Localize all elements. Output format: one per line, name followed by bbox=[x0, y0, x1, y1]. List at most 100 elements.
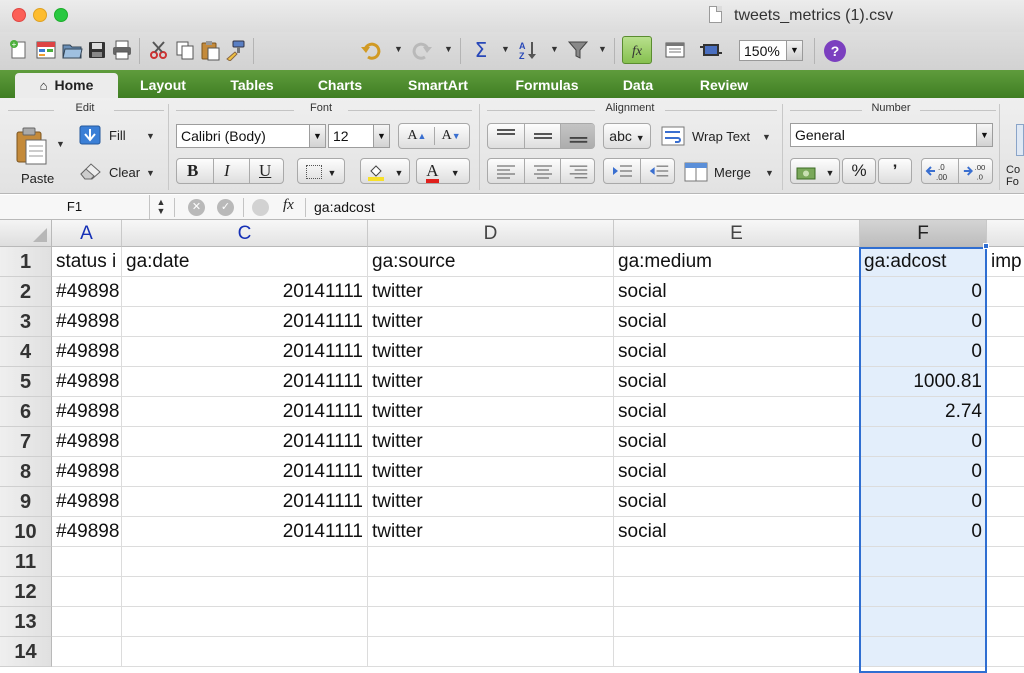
table-cell[interactable]: social bbox=[614, 487, 860, 517]
increase-indent-button[interactable] bbox=[640, 159, 675, 183]
autosum-dropdown-icon[interactable]: ▼ bbox=[501, 44, 510, 54]
orientation-button[interactable]: abc ▼ bbox=[603, 123, 651, 149]
undo-dropdown-icon[interactable]: ▼ bbox=[394, 44, 403, 54]
table-cell[interactable]: 0 bbox=[860, 337, 987, 367]
table-cell[interactable]: twitter bbox=[368, 457, 614, 487]
fill-color-button[interactable]: ▼ bbox=[360, 158, 410, 184]
table-cell[interactable] bbox=[860, 607, 987, 637]
table-cell[interactable]: 1000.81 bbox=[860, 367, 987, 397]
table-cell[interactable] bbox=[122, 607, 368, 637]
table-cell[interactable]: 20141111 bbox=[122, 277, 368, 307]
table-cell[interactable] bbox=[860, 547, 987, 577]
table-cell[interactable]: twitter bbox=[368, 277, 614, 307]
confirm-entry-icon[interactable]: ✓ bbox=[217, 199, 234, 216]
row-header[interactable]: 8 bbox=[0, 457, 52, 487]
table-cell[interactable] bbox=[987, 577, 1024, 607]
table-cell[interactable]: social bbox=[614, 307, 860, 337]
insert-function-button[interactable]: fx bbox=[283, 197, 294, 214]
conditional-formatting-label[interactable]: Co Fo bbox=[1006, 164, 1024, 188]
table-cell[interactable] bbox=[52, 577, 122, 607]
paste-icon[interactable] bbox=[199, 39, 221, 61]
wrap-text-button[interactable]: Wrap Text bbox=[692, 129, 750, 144]
table-cell[interactable]: #49898 bbox=[52, 367, 122, 397]
function-circle-icon[interactable] bbox=[252, 199, 269, 216]
formula-input[interactable]: ga:adcost bbox=[314, 199, 375, 215]
table-cell[interactable]: 0 bbox=[860, 517, 987, 547]
table-cell[interactable]: twitter bbox=[368, 337, 614, 367]
minimize-window-button[interactable] bbox=[33, 8, 47, 22]
row-header[interactable]: 13 bbox=[0, 607, 52, 637]
table-cell[interactable] bbox=[987, 277, 1024, 307]
table-cell[interactable]: status i bbox=[52, 247, 122, 277]
column-header-e[interactable]: E bbox=[614, 220, 860, 247]
table-cell[interactable] bbox=[52, 547, 122, 577]
tab-data[interactable]: Data bbox=[602, 73, 674, 98]
table-cell[interactable]: 20141111 bbox=[122, 487, 368, 517]
decrease-indent-button[interactable] bbox=[604, 159, 640, 183]
bold-button[interactable]: B bbox=[187, 159, 198, 183]
underline-button[interactable]: U bbox=[259, 159, 271, 183]
font-color-button[interactable]: A ▼ bbox=[416, 158, 470, 184]
fill-button[interactable]: Fill bbox=[109, 128, 126, 143]
font-name-select[interactable]: Calibri (Body) ▼ bbox=[176, 124, 326, 148]
conditional-formatting-icon[interactable] bbox=[1016, 124, 1024, 156]
align-right-button[interactable] bbox=[560, 159, 595, 183]
align-top-button[interactable] bbox=[488, 124, 524, 148]
table-cell[interactable]: twitter bbox=[368, 367, 614, 397]
table-cell[interactable] bbox=[52, 607, 122, 637]
autosum-icon[interactable]: Σ bbox=[470, 39, 492, 61]
align-center-button[interactable] bbox=[524, 159, 560, 183]
table-cell[interactable]: #49898 bbox=[52, 277, 122, 307]
clear-button[interactable]: Clear bbox=[109, 165, 140, 180]
percent-button[interactable]: % bbox=[842, 158, 876, 184]
formula-builder-icon[interactable]: fx bbox=[622, 36, 652, 64]
name-box[interactable]: F1 bbox=[0, 195, 150, 219]
chevron-down-icon[interactable]: ▼ bbox=[976, 124, 992, 146]
align-middle-button[interactable] bbox=[524, 124, 560, 148]
merge-icon[interactable] bbox=[684, 162, 708, 182]
row-header[interactable]: 3 bbox=[0, 307, 52, 337]
table-cell[interactable]: social bbox=[614, 397, 860, 427]
zoom-select[interactable]: 150% ▼ bbox=[739, 40, 803, 61]
table-cell[interactable]: ga:medium bbox=[614, 247, 860, 277]
table-cell[interactable]: #49898 bbox=[52, 307, 122, 337]
table-cell[interactable] bbox=[987, 427, 1024, 457]
fill-dropdown-icon[interactable]: ▼ bbox=[146, 131, 155, 141]
align-bottom-button[interactable] bbox=[560, 124, 595, 148]
row-header[interactable]: 5 bbox=[0, 367, 52, 397]
table-cell[interactable]: social bbox=[614, 337, 860, 367]
cancel-entry-icon[interactable]: ✕ bbox=[188, 199, 205, 216]
filter-dropdown-icon[interactable]: ▼ bbox=[598, 44, 607, 54]
row-header[interactable]: 9 bbox=[0, 487, 52, 517]
row-header[interactable]: 12 bbox=[0, 577, 52, 607]
column-header-next[interactable] bbox=[987, 220, 1024, 247]
templates-icon[interactable] bbox=[35, 39, 57, 61]
table-cell[interactable] bbox=[860, 577, 987, 607]
tab-review[interactable]: Review bbox=[676, 73, 772, 98]
number-format-select[interactable]: General ▼ bbox=[790, 123, 993, 147]
table-cell[interactable] bbox=[987, 367, 1024, 397]
tab-charts[interactable]: Charts bbox=[297, 73, 383, 98]
print-icon[interactable] bbox=[111, 39, 133, 61]
currency-format-button[interactable]: ▼ bbox=[790, 158, 840, 184]
table-cell[interactable] bbox=[987, 607, 1024, 637]
media-icon[interactable] bbox=[700, 39, 722, 61]
tab-formulas[interactable]: Formulas bbox=[493, 73, 601, 98]
table-cell[interactable]: social bbox=[614, 427, 860, 457]
table-cell[interactable]: 20141111 bbox=[122, 457, 368, 487]
tab-layout[interactable]: Layout bbox=[120, 73, 206, 98]
font-size-select[interactable]: 12 ▼ bbox=[328, 124, 390, 148]
table-cell[interactable] bbox=[614, 577, 860, 607]
row-header[interactable]: 4 bbox=[0, 337, 52, 367]
table-cell[interactable]: 0 bbox=[860, 457, 987, 487]
wrap-text-icon[interactable] bbox=[661, 126, 685, 146]
format-painter-icon[interactable] bbox=[224, 39, 246, 61]
table-cell[interactable]: ga:source bbox=[368, 247, 614, 277]
table-cell[interactable] bbox=[368, 607, 614, 637]
eraser-icon[interactable] bbox=[79, 160, 103, 180]
column-header-f[interactable]: F bbox=[860, 220, 987, 247]
select-all-corner[interactable] bbox=[0, 220, 52, 247]
increase-decimal-button[interactable]: .0.00 bbox=[922, 159, 958, 183]
copy-icon[interactable] bbox=[174, 39, 196, 61]
help-icon[interactable]: ? bbox=[824, 40, 846, 62]
